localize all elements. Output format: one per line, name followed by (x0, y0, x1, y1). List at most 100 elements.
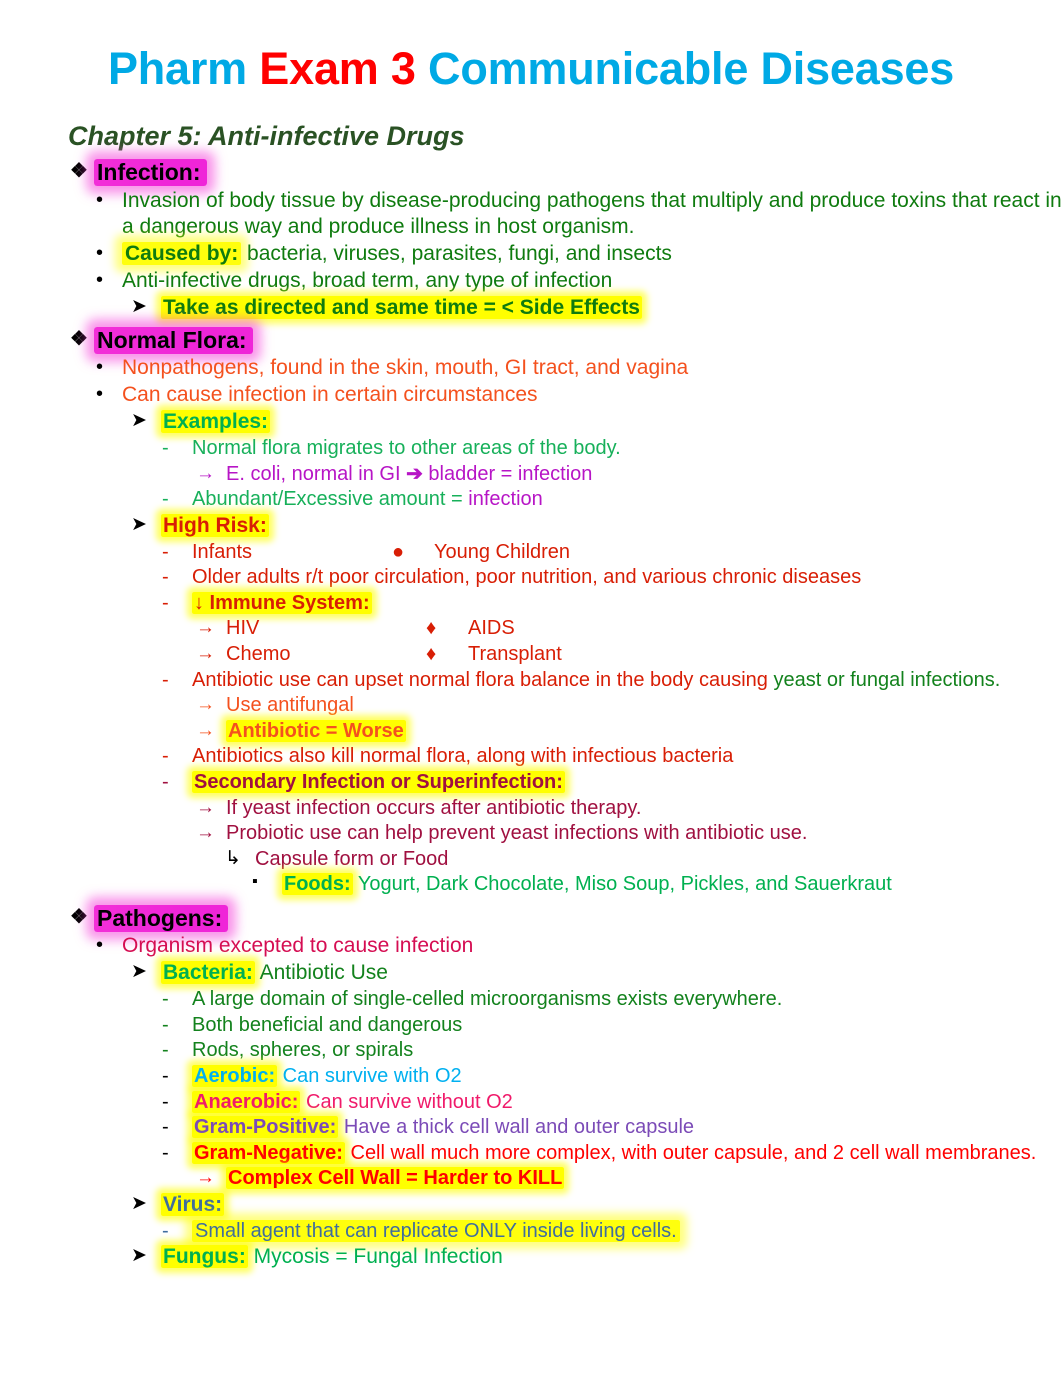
antibiotics-kill-flora-text: Antibiotics also kill normal flora, alon… (192, 745, 734, 768)
caused-by-text: bacteria, viruses, parasites, fungi, and… (241, 242, 672, 266)
young-children-text: Young Children (434, 540, 571, 563)
aids-text: AIDS (468, 617, 515, 640)
dash-icon: - (162, 1116, 169, 1139)
diamond-solid-icon: ♦ (426, 643, 437, 665)
dash-icon: - (162, 988, 169, 1011)
hiv-text: HIV (226, 617, 260, 640)
round-bullet-icon: • (96, 242, 104, 265)
title-part-1: Pharm (107, 43, 260, 94)
bacteria-text: Antibiotic Use (254, 961, 388, 985)
list-item: → If yeast infection occurs after antibi… (196, 796, 1062, 822)
list-item: - Abundant/Excessive amount = infection (162, 487, 1062, 513)
diamond-solid-icon: ♦ (426, 617, 437, 640)
complex-cell-wall-text: Complex Cell Wall = Harder to KILL (228, 1167, 563, 1190)
arrow-head-icon: ➤ (131, 1192, 147, 1214)
dash-icon: - (162, 1219, 169, 1242)
arrow-right-icon: → (196, 822, 215, 844)
anti-infective-broad-term: Anti-infective drugs, broad term, any ty… (122, 269, 613, 293)
foods-text: Yogurt, Dark Chocolate, Miso Soup, Pickl… (352, 873, 892, 896)
dash-icon: - (162, 1064, 169, 1087)
arrow-head-icon: ➤ (131, 410, 147, 432)
arrow-head-icon: ➤ (131, 961, 147, 983)
list-item: ➤ Bacteria: Antibiotic Use (131, 960, 1062, 987)
chemo-text: Chemo (226, 643, 291, 665)
list-item: ▪ Foods: Yogurt, Dark Chocolate, Miso So… (252, 872, 1062, 898)
gram-positive-label: Gram-Positive: (194, 1116, 337, 1139)
list-item: ➤ Virus: (131, 1192, 1062, 1219)
arrow-bold-icon: ➔ (406, 462, 423, 485)
list-item: → Complex Cell Wall = Harder to KILL (196, 1166, 1062, 1192)
list-item: → Chemo ♦ Transplant (196, 642, 1062, 668)
list-item: - Anaerobic: Can survive without O2 (162, 1090, 1062, 1116)
list-item: - Infants ● Young Children (162, 540, 1062, 566)
pathogens-heading-label: Pathogens: (94, 904, 229, 932)
arrow-right-icon: → (196, 617, 215, 639)
infection-heading-label: Infection: (94, 159, 207, 187)
list-item: - Small agent that can replicate ONLY in… (162, 1219, 1062, 1245)
list-item: • Anti-infective drugs, broad term, any … (96, 268, 1062, 295)
infants-text: Infants (192, 540, 253, 563)
list-item: ↳ Capsule form or Food (225, 847, 1062, 873)
list-item: - Secondary Infection or Superinfection: (162, 770, 1062, 796)
antibiotic-worse-text: Antibiotic = Worse (228, 719, 404, 742)
foods-label: Foods: (284, 873, 351, 896)
list-item: ➤ High Risk: (131, 513, 1062, 540)
probiotic-use-text: Probiotic use can help prevent yeast inf… (226, 822, 808, 845)
nonpathogens-text: Nonpathogens, found in the skin, mouth, … (122, 356, 689, 380)
arrow-head-icon: ➤ (131, 1245, 147, 1267)
dash-icon: - (162, 770, 169, 793)
list-item: → Antibiotic = Worse (196, 719, 1062, 745)
arrow-right-icon: → (196, 694, 215, 716)
dash-icon: - (162, 540, 169, 563)
dash-icon: - (162, 591, 169, 614)
arrow-head-icon: ➤ (131, 513, 147, 535)
bacteria-label: Bacteria: (163, 961, 253, 985)
dash-icon: - (162, 566, 169, 589)
round-bullet-icon: • (96, 188, 104, 211)
title-part-3: Communicable Diseases (415, 43, 955, 94)
gram-negative-text: Cell wall much more complex, with outer … (344, 1141, 1037, 1164)
gram-negative-label: Gram-Negative: (194, 1141, 343, 1164)
anaerobic-label: Anaerobic: (194, 1090, 299, 1113)
list-item: → E. coli, normal in GI ➔ bladder = infe… (196, 462, 1062, 488)
title-part-2: Exam 3 (259, 43, 416, 94)
ecoli-text-b: bladder = infection (422, 462, 593, 485)
diamond-outline-icon: ❖ (70, 160, 88, 183)
normal-flora-migrates-text: Normal flora migrates to other areas of … (192, 436, 621, 459)
immune-system-label: ↓ Immune System: (194, 591, 370, 614)
list-item: - Both beneficial and dangerous (162, 1013, 1062, 1039)
list-item: ➤ Take as directed and same time = < Sid… (131, 295, 1062, 322)
list-item: → Probiotic use can help prevent yeast i… (196, 821, 1062, 847)
section-heading-pathogens: ❖ Pathogens: (70, 904, 1062, 933)
dash-icon: - (162, 668, 169, 691)
round-bullet-icon: • (96, 356, 104, 379)
list-item: - A large domain of single-celled microo… (162, 987, 1062, 1013)
secondary-infection-label: Secondary Infection or Superinfection: (194, 770, 563, 793)
list-item: - Antibiotics also kill normal flora, al… (162, 744, 1062, 770)
ecoli-text-a: E. coli, normal in GI (226, 462, 407, 485)
anaerobic-text: Can survive without O2 (300, 1090, 513, 1113)
older-adults-text: Older adults r/t poor circulation, poor … (192, 566, 862, 589)
list-item: - Older adults r/t poor circulation, poo… (162, 565, 1062, 591)
transplant-text: Transplant (468, 643, 562, 665)
gram-positive-text: Have a thick cell wall and outer capsule (338, 1116, 695, 1139)
dash-icon: - (162, 1013, 169, 1036)
list-item: → Use antifungal (196, 693, 1062, 719)
document-page: Pharm Exam 3 Communicable Diseases Chapt… (0, 0, 1062, 1377)
aerobic-label: Aerobic: (194, 1064, 276, 1087)
aerobic-text: Can survive with O2 (277, 1064, 462, 1087)
list-item: - ↓ Immune System: (162, 591, 1062, 617)
capsule-or-food-text: Capsule form or Food (255, 847, 449, 870)
list-item: • Nonpathogens, found in the skin, mouth… (96, 355, 1062, 382)
arrow-down-right-icon: ↳ (225, 847, 241, 869)
antibiotic-upsets-flora-a: Antibiotic use can upset normal flora ba… (192, 668, 774, 691)
dash-icon: - (162, 745, 169, 768)
section-heading-normal-flora: ❖ Normal Flora: (70, 326, 1062, 355)
arrow-right-icon: → (196, 719, 215, 741)
square-small-icon: ▪ (252, 873, 258, 891)
arrow-head-icon: ➤ (131, 296, 147, 318)
list-item: - Gram-Negative: Cell wall much more com… (162, 1141, 1062, 1167)
diamond-outline-icon: ❖ (70, 905, 88, 928)
diamond-outline-icon: ❖ (70, 327, 88, 350)
round-bullet-icon: • (96, 269, 104, 292)
